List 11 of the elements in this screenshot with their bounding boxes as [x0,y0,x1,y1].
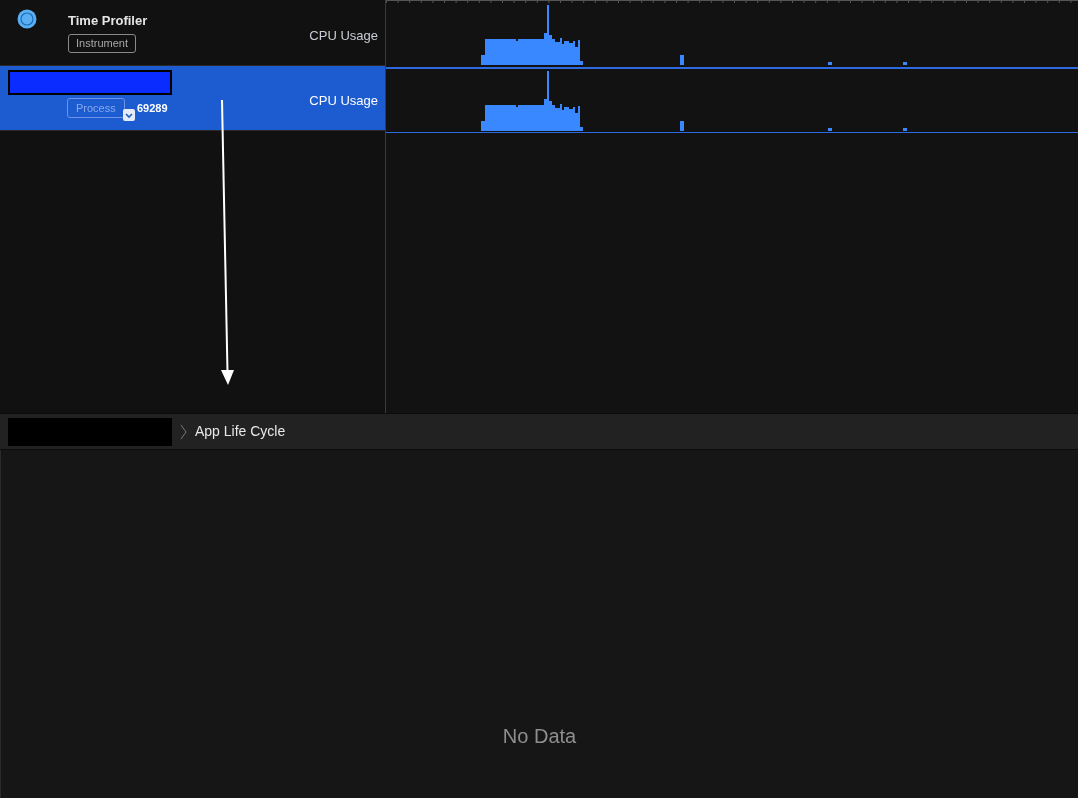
empty-state-message: No Data [502,724,577,749]
instrument-tag: Instrument [68,34,136,53]
track-title: Time Profiler [68,12,148,30]
breadcrumb-item[interactable]: App Life Cycle [195,421,286,442]
track-header[interactable]: Process 69289 CPU Usage [0,66,385,131]
process-id: 69289 [137,101,168,116]
track-metric: CPU Usage [309,92,378,110]
chevron-right-icon [180,423,187,440]
chevron-down-icon[interactable] [123,109,135,121]
clock-icon [17,9,37,29]
track-metric: CPU Usage [309,27,378,45]
